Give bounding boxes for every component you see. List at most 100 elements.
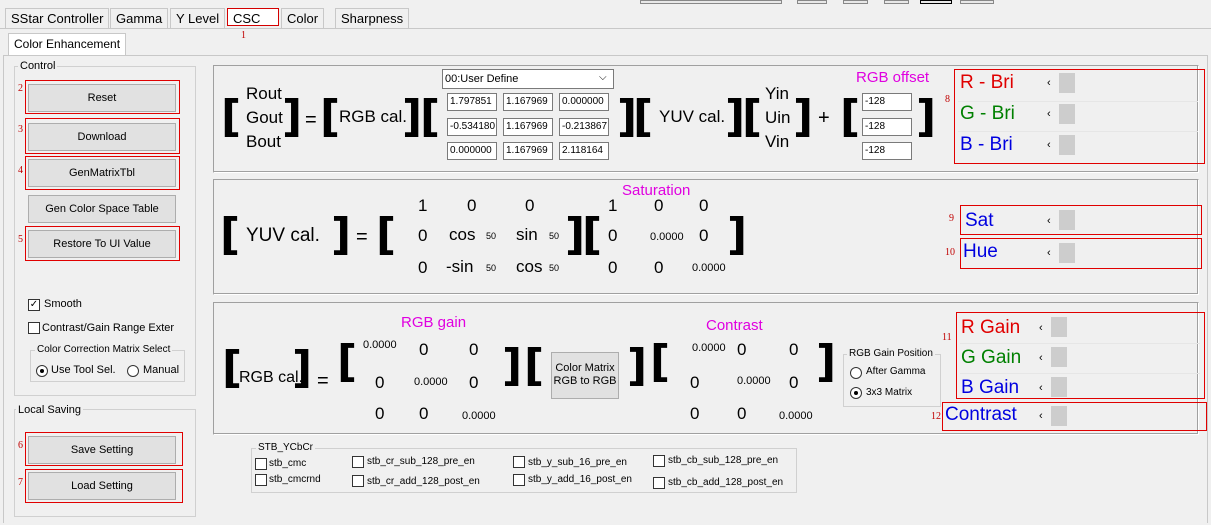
stb-cmcrnd-checkbox[interactable] [255, 474, 267, 486]
bracket-left: [ [320, 91, 341, 142]
matrix-cell[interactable]: 1.167969 [503, 118, 553, 136]
gain-cell: 0 [469, 340, 479, 359]
stb-cr-add-label: stb_cr_add_128_post_en [367, 476, 480, 487]
load-setting-button[interactable]: Load Setting [28, 472, 176, 500]
smooth-label: Smooth [44, 298, 82, 310]
slider-left-arrow-icon[interactable]: ‹ [1039, 352, 1043, 364]
stb-y-add-checkbox[interactable] [513, 474, 525, 486]
after-gamma-label: After Gamma [866, 366, 926, 377]
matrix-cell[interactable]: -0.213867 [559, 118, 609, 136]
slider-left-arrow-icon[interactable]: ‹ [1039, 382, 1043, 394]
bracket-right: ] [627, 340, 648, 391]
tab-y-level[interactable]: Y Level [170, 8, 226, 28]
toolbar-icon-button[interactable] [884, 0, 909, 4]
slider-left-arrow-icon[interactable]: ‹ [1047, 108, 1051, 120]
r-bri-slider-thumb[interactable] [1059, 73, 1075, 93]
matrix-cell[interactable]: -0.534180 [447, 118, 497, 136]
chevron-down-icon: ⌵ [599, 72, 607, 83]
range-exter-checkbox[interactable] [28, 322, 40, 334]
annotation-number: 7 [18, 477, 23, 488]
after-gamma-radio[interactable] [850, 367, 862, 379]
bracket-right: ] [793, 91, 814, 142]
manual-radio[interactable] [127, 365, 139, 377]
slider-left-arrow-icon[interactable]: ‹ [1047, 139, 1051, 151]
hue-label: Hue [963, 241, 998, 262]
stb-cb-add-label: stb_cb_add_128_post_en [668, 477, 784, 488]
matrix-cell[interactable]: 0.000000 [447, 142, 497, 160]
manual-label: Manual [143, 364, 180, 376]
tab-color[interactable]: Color [281, 8, 325, 28]
slider-left-arrow-icon[interactable]: ‹ [1047, 77, 1051, 89]
gain-cell: 0 [419, 404, 429, 423]
slider-left-arrow-icon[interactable]: ‹ [1039, 410, 1043, 422]
tab-gamma[interactable]: Gamma [110, 8, 169, 28]
b-bri-slider-thumb[interactable] [1059, 135, 1075, 155]
matrix-cell[interactable]: 1.797851 [447, 93, 497, 111]
save-setting-button[interactable]: Save Setting [28, 436, 176, 464]
toolbar-icon-button[interactable] [960, 0, 994, 4]
3x3-matrix-radio[interactable] [850, 387, 862, 399]
vin-label: Vin [765, 132, 790, 151]
use-tool-sel-radio[interactable] [36, 365, 48, 377]
g-offset-input[interactable]: -128 [862, 118, 912, 136]
stb-cb-add-checkbox[interactable] [653, 477, 665, 489]
color-matrix-rgb-to-rgb-button[interactable]: Color Matrix RGB to RGB [551, 352, 619, 399]
hue-angle: 50 [486, 231, 497, 241]
r-bri-label: R - Bri [960, 72, 1014, 93]
stb-y-sub-checkbox[interactable] [513, 456, 525, 468]
3x3-matrix-label: 3x3 Matrix [866, 387, 913, 398]
reset-button[interactable]: Reset [28, 84, 176, 112]
matrix-cell[interactable]: 2.118164 [559, 142, 609, 160]
g-gain-slider-thumb[interactable] [1051, 347, 1067, 367]
annotation-number: 5 [18, 234, 23, 245]
stb-y-sub-label: stb_y_sub_16_pre_en [528, 457, 627, 468]
annotation-number: 11 [942, 332, 952, 343]
rgb-offset-title: RGB offset [856, 69, 930, 86]
yin-label: Yin [765, 84, 789, 103]
download-button[interactable]: Download [28, 123, 176, 151]
yuv-cal-label: YUV cal. [246, 225, 320, 246]
restore-to-ui-value-button[interactable]: Restore To UI Value [28, 230, 176, 258]
hue-slider-thumb[interactable] [1059, 243, 1075, 263]
divider [960, 373, 1200, 374]
gen-color-space-table-button[interactable]: Gen Color Space Table [28, 195, 176, 223]
g-bri-slider-thumb[interactable] [1059, 104, 1075, 124]
stb-cr-sub-checkbox[interactable] [352, 456, 364, 468]
bracket-left: [ [582, 209, 603, 260]
slider-left-arrow-icon[interactable]: ‹ [1047, 247, 1051, 259]
hue-angle: 50 [486, 263, 497, 273]
toolbar-icon-button[interactable] [843, 0, 868, 4]
toolbar-icon-button[interactable] [797, 0, 827, 4]
tab-sharpness[interactable]: Sharpness [335, 8, 410, 28]
slider-left-arrow-icon[interactable]: ‹ [1039, 322, 1043, 334]
use-tool-sel-label: Use Tool Sel. [51, 364, 116, 376]
r-gain-slider-thumb[interactable] [1051, 317, 1067, 337]
matrix-cell[interactable]: 0.000000 [559, 93, 609, 111]
tab-color-enhancement[interactable]: Color Enhancement [8, 33, 127, 56]
b-gain-label: B Gain [961, 377, 1020, 398]
b-bri-label: B - Bri [960, 134, 1013, 155]
bracket-left: [ [376, 209, 397, 260]
preset-select[interactable]: 00:User Define [442, 69, 614, 89]
gen-matrix-tbl-button[interactable]: GenMatrixTbl [28, 159, 176, 187]
sat-slider-thumb[interactable] [1059, 210, 1075, 230]
b-offset-input[interactable]: -128 [862, 142, 912, 160]
stb-cb-sub-label: stb_cb_sub_128_pre_en [668, 455, 779, 466]
toolbar-icon-button[interactable] [920, 0, 952, 4]
toolbar-button[interactable] [640, 0, 782, 4]
tab-sstar-controller[interactable]: SStar Controller [5, 8, 110, 28]
stb-cmc-checkbox[interactable] [255, 458, 267, 470]
stb-cb-sub-checkbox[interactable] [653, 455, 665, 467]
slider-left-arrow-icon[interactable]: ‹ [1047, 215, 1051, 227]
saturation-cell: 0.0000 [650, 231, 684, 243]
contrast-slider-thumb[interactable] [1051, 406, 1067, 426]
tab-csc[interactable]: CSC [227, 8, 279, 26]
divider [958, 131, 1198, 132]
matrix-cell[interactable]: 1.167969 [503, 142, 553, 160]
stb-cr-add-checkbox[interactable] [352, 475, 364, 487]
smooth-checkbox[interactable]: ✓ [28, 299, 40, 311]
r-offset-input[interactable]: -128 [862, 93, 912, 111]
b-gain-slider-thumb[interactable] [1051, 377, 1067, 397]
matrix-cell[interactable]: 1.167969 [503, 93, 553, 111]
contrast-cell: 0 [789, 373, 799, 392]
